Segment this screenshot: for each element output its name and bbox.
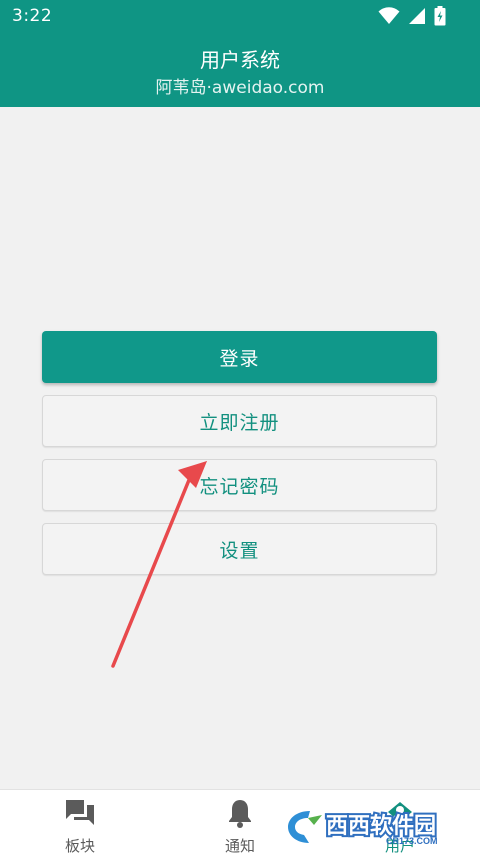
forum-icon	[0, 798, 160, 828]
nav-item-boards[interactable]: 板块	[0, 790, 160, 855]
status-bar: 3:22	[0, 0, 480, 34]
login-button[interactable]: 登录	[42, 331, 437, 383]
nav-item-notifications[interactable]: 通知	[160, 790, 320, 855]
cell-signal-icon	[408, 7, 426, 25]
nav-label-boards: 板块	[64, 837, 95, 855]
bell-icon	[160, 798, 320, 828]
page-title: 用户系统	[200, 48, 280, 72]
nav-label-notifications: 通知	[224, 837, 255, 855]
forgot-password-button[interactable]: 忘记密码	[42, 459, 437, 511]
user-icon	[320, 798, 480, 828]
app-header: 3:22 用户系统 阿苇岛·aweidao.com	[0, 0, 480, 107]
status-icons	[378, 6, 446, 26]
settings-button[interactable]: 设置	[42, 523, 437, 575]
nav-label-user: 用户	[384, 837, 415, 855]
register-button[interactable]: 立即注册	[42, 395, 437, 447]
nav-item-user[interactable]: 用户	[320, 790, 480, 855]
screen: 3:22 用户系统 阿苇岛·aweidao.com 登录 立即注册 忘记密码 设…	[0, 0, 480, 855]
bottom-nav: 板块 通知 用户	[0, 789, 480, 855]
page-subtitle: 阿苇岛·aweidao.com	[155, 78, 325, 98]
status-time: 3:22	[12, 6, 53, 26]
wifi-icon	[378, 7, 400, 25]
battery-icon	[434, 6, 446, 26]
